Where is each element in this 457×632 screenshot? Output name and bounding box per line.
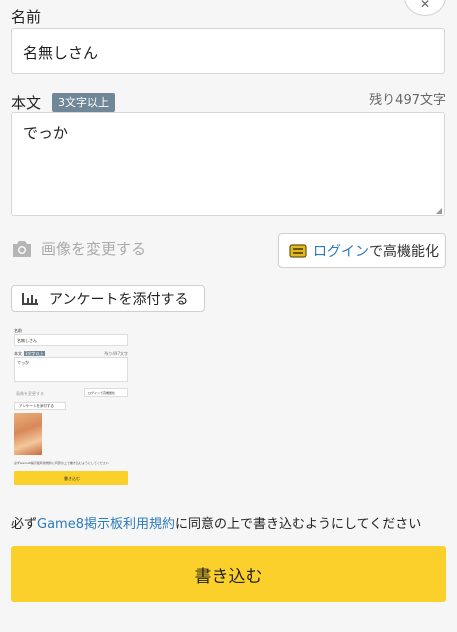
thumb-remaining: 残り497文字 xyxy=(104,351,128,356)
terms-prefix: 必ず xyxy=(11,517,38,532)
name-input[interactable]: 名無しさん xyxy=(11,28,445,74)
thumb-body-field: でっか xyxy=(14,357,128,382)
body-label: 本文 xyxy=(11,94,42,112)
thumb-login: ログインで高機能化 xyxy=(84,388,128,397)
image-change-label: 画像を変更する xyxy=(41,240,147,258)
camera-icon xyxy=(13,240,31,257)
upgrade-icon xyxy=(289,243,307,258)
login-button[interactable]: ログインで高機能化 xyxy=(278,233,446,268)
thumb-image-change: 画像を変更する xyxy=(16,391,44,396)
attach-survey-button[interactable]: アンケートを添付する xyxy=(11,285,205,312)
thumb-name-field: 名無しさん xyxy=(14,334,128,346)
terms-suffix: に同意の上で書き込むようにしてください xyxy=(175,517,422,532)
thumb-body-badge: 3文字以上 xyxy=(24,351,45,356)
name-label: 名前 xyxy=(11,8,42,26)
thumb-survey-text: アンケートを添付する xyxy=(19,404,54,408)
attached-image-thumbnail: 名前 名無しさん 本文 3文字以上 残り497文字 でっか 画像を変更する ログ… xyxy=(12,325,130,487)
thumb-name-value: 名無しさん xyxy=(17,338,37,343)
attach-survey-label: アンケートを添付する xyxy=(49,291,189,308)
terms-link[interactable]: Game8掲示板利用規約 xyxy=(37,517,175,532)
thumb-body-label: 本文 xyxy=(14,351,22,356)
thumb-login-text: ログインで高機能化 xyxy=(88,391,116,395)
thumb-submit-label: 書き込む xyxy=(64,476,80,481)
resize-handle-icon[interactable]: ◢ xyxy=(436,206,442,215)
login-suffix: で高機能化 xyxy=(369,243,439,260)
thumb-body-value: でっか xyxy=(17,360,29,365)
close-button[interactable]: ✕ xyxy=(404,0,446,16)
thumb-submit: 書き込む xyxy=(14,471,128,485)
image-change-button[interactable]: 画像を変更する xyxy=(11,238,146,259)
bar-chart-icon xyxy=(22,292,38,305)
close-icon: ✕ xyxy=(419,0,431,11)
thumb-inner-image xyxy=(14,413,42,455)
body-min-badge: 3文字以上 xyxy=(52,93,115,112)
login-link[interactable]: ログイン xyxy=(313,244,369,260)
body-textarea-value: でっか xyxy=(23,124,69,142)
submit-label: 書き込む xyxy=(194,566,263,587)
thumb-survey: アンケートを添付する xyxy=(14,402,66,410)
name-input-value: 名無しさん xyxy=(23,44,99,62)
thumb-terms: 必ずGame8掲示板利用規約に同意の上で書き込むようにしてください xyxy=(14,461,109,465)
body-textarea[interactable]: でっか ◢ xyxy=(11,112,445,216)
submit-button[interactable]: 書き込む xyxy=(11,546,446,602)
terms-notice: 必ずGame8掲示板利用規約に同意の上で書き込むようにしてください xyxy=(11,513,421,532)
thumb-name-label: 名前 xyxy=(14,328,22,333)
remaining-count: 残り497文字 xyxy=(369,93,446,108)
